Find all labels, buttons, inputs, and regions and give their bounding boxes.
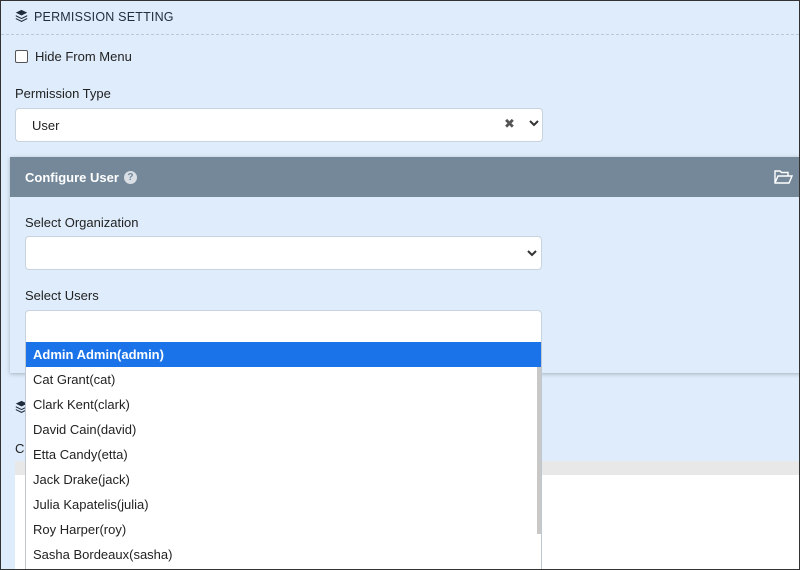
select-organization-label: Select Organization xyxy=(25,215,139,230)
user-option[interactable]: Sasha Bordeaux(sasha) xyxy=(26,542,541,567)
permission-section-header: PERMISSION SETTING xyxy=(15,9,174,25)
configure-user-title-row: Configure User ? xyxy=(25,170,137,185)
permission-type-value: User xyxy=(32,118,60,133)
hide-from-menu-checkbox[interactable] xyxy=(15,50,28,63)
users-dropdown-list[interactable]: Admin Admin(admin) Cat Grant(cat) Clark … xyxy=(25,342,542,569)
user-option[interactable]: Clark Kent(clark) xyxy=(26,392,541,417)
configure-user-title: Configure User xyxy=(25,170,119,185)
hide-from-menu-row[interactable]: Hide From Menu xyxy=(15,49,132,64)
chevron-down-icon[interactable] xyxy=(526,247,538,259)
user-option[interactable]: Jack Drake(jack) xyxy=(26,467,541,492)
select-users-input[interactable] xyxy=(25,310,542,343)
configure-user-header: Configure User ? xyxy=(10,157,799,197)
user-option[interactable]: Roy Harper(roy) xyxy=(26,517,541,542)
user-option[interactable]: Julia Kapatelis(julia) xyxy=(26,492,541,517)
section-divider xyxy=(1,34,799,35)
user-option[interactable]: Admin Admin(admin) xyxy=(26,342,541,367)
hide-from-menu-label: Hide From Menu xyxy=(35,49,132,64)
folder-open-icon[interactable] xyxy=(774,170,794,187)
chevron-down-icon[interactable] xyxy=(528,117,540,129)
configure-user-panel: Configure User ? Select Organization Sel… xyxy=(10,157,799,373)
user-option[interactable]: David Cain(david) xyxy=(26,417,541,442)
select-organization-dropdown[interactable] xyxy=(25,236,542,270)
help-icon[interactable]: ? xyxy=(123,171,137,184)
user-option[interactable]: Cat Grant(cat) xyxy=(26,367,541,392)
permission-setting-panel: PERMISSION SETTING Hide From Menu Permis… xyxy=(0,0,800,570)
permission-type-label: Permission Type xyxy=(15,86,111,101)
permission-type-select[interactable]: User ✖ xyxy=(15,108,543,142)
permission-section-title: PERMISSION SETTING xyxy=(34,10,174,24)
layers-icon xyxy=(15,9,28,25)
dropdown-scrollbar[interactable] xyxy=(537,367,541,534)
clear-icon[interactable]: ✖ xyxy=(504,116,515,132)
select-users-label: Select Users xyxy=(25,288,99,303)
user-option[interactable]: Etta Candy(etta) xyxy=(26,442,541,467)
